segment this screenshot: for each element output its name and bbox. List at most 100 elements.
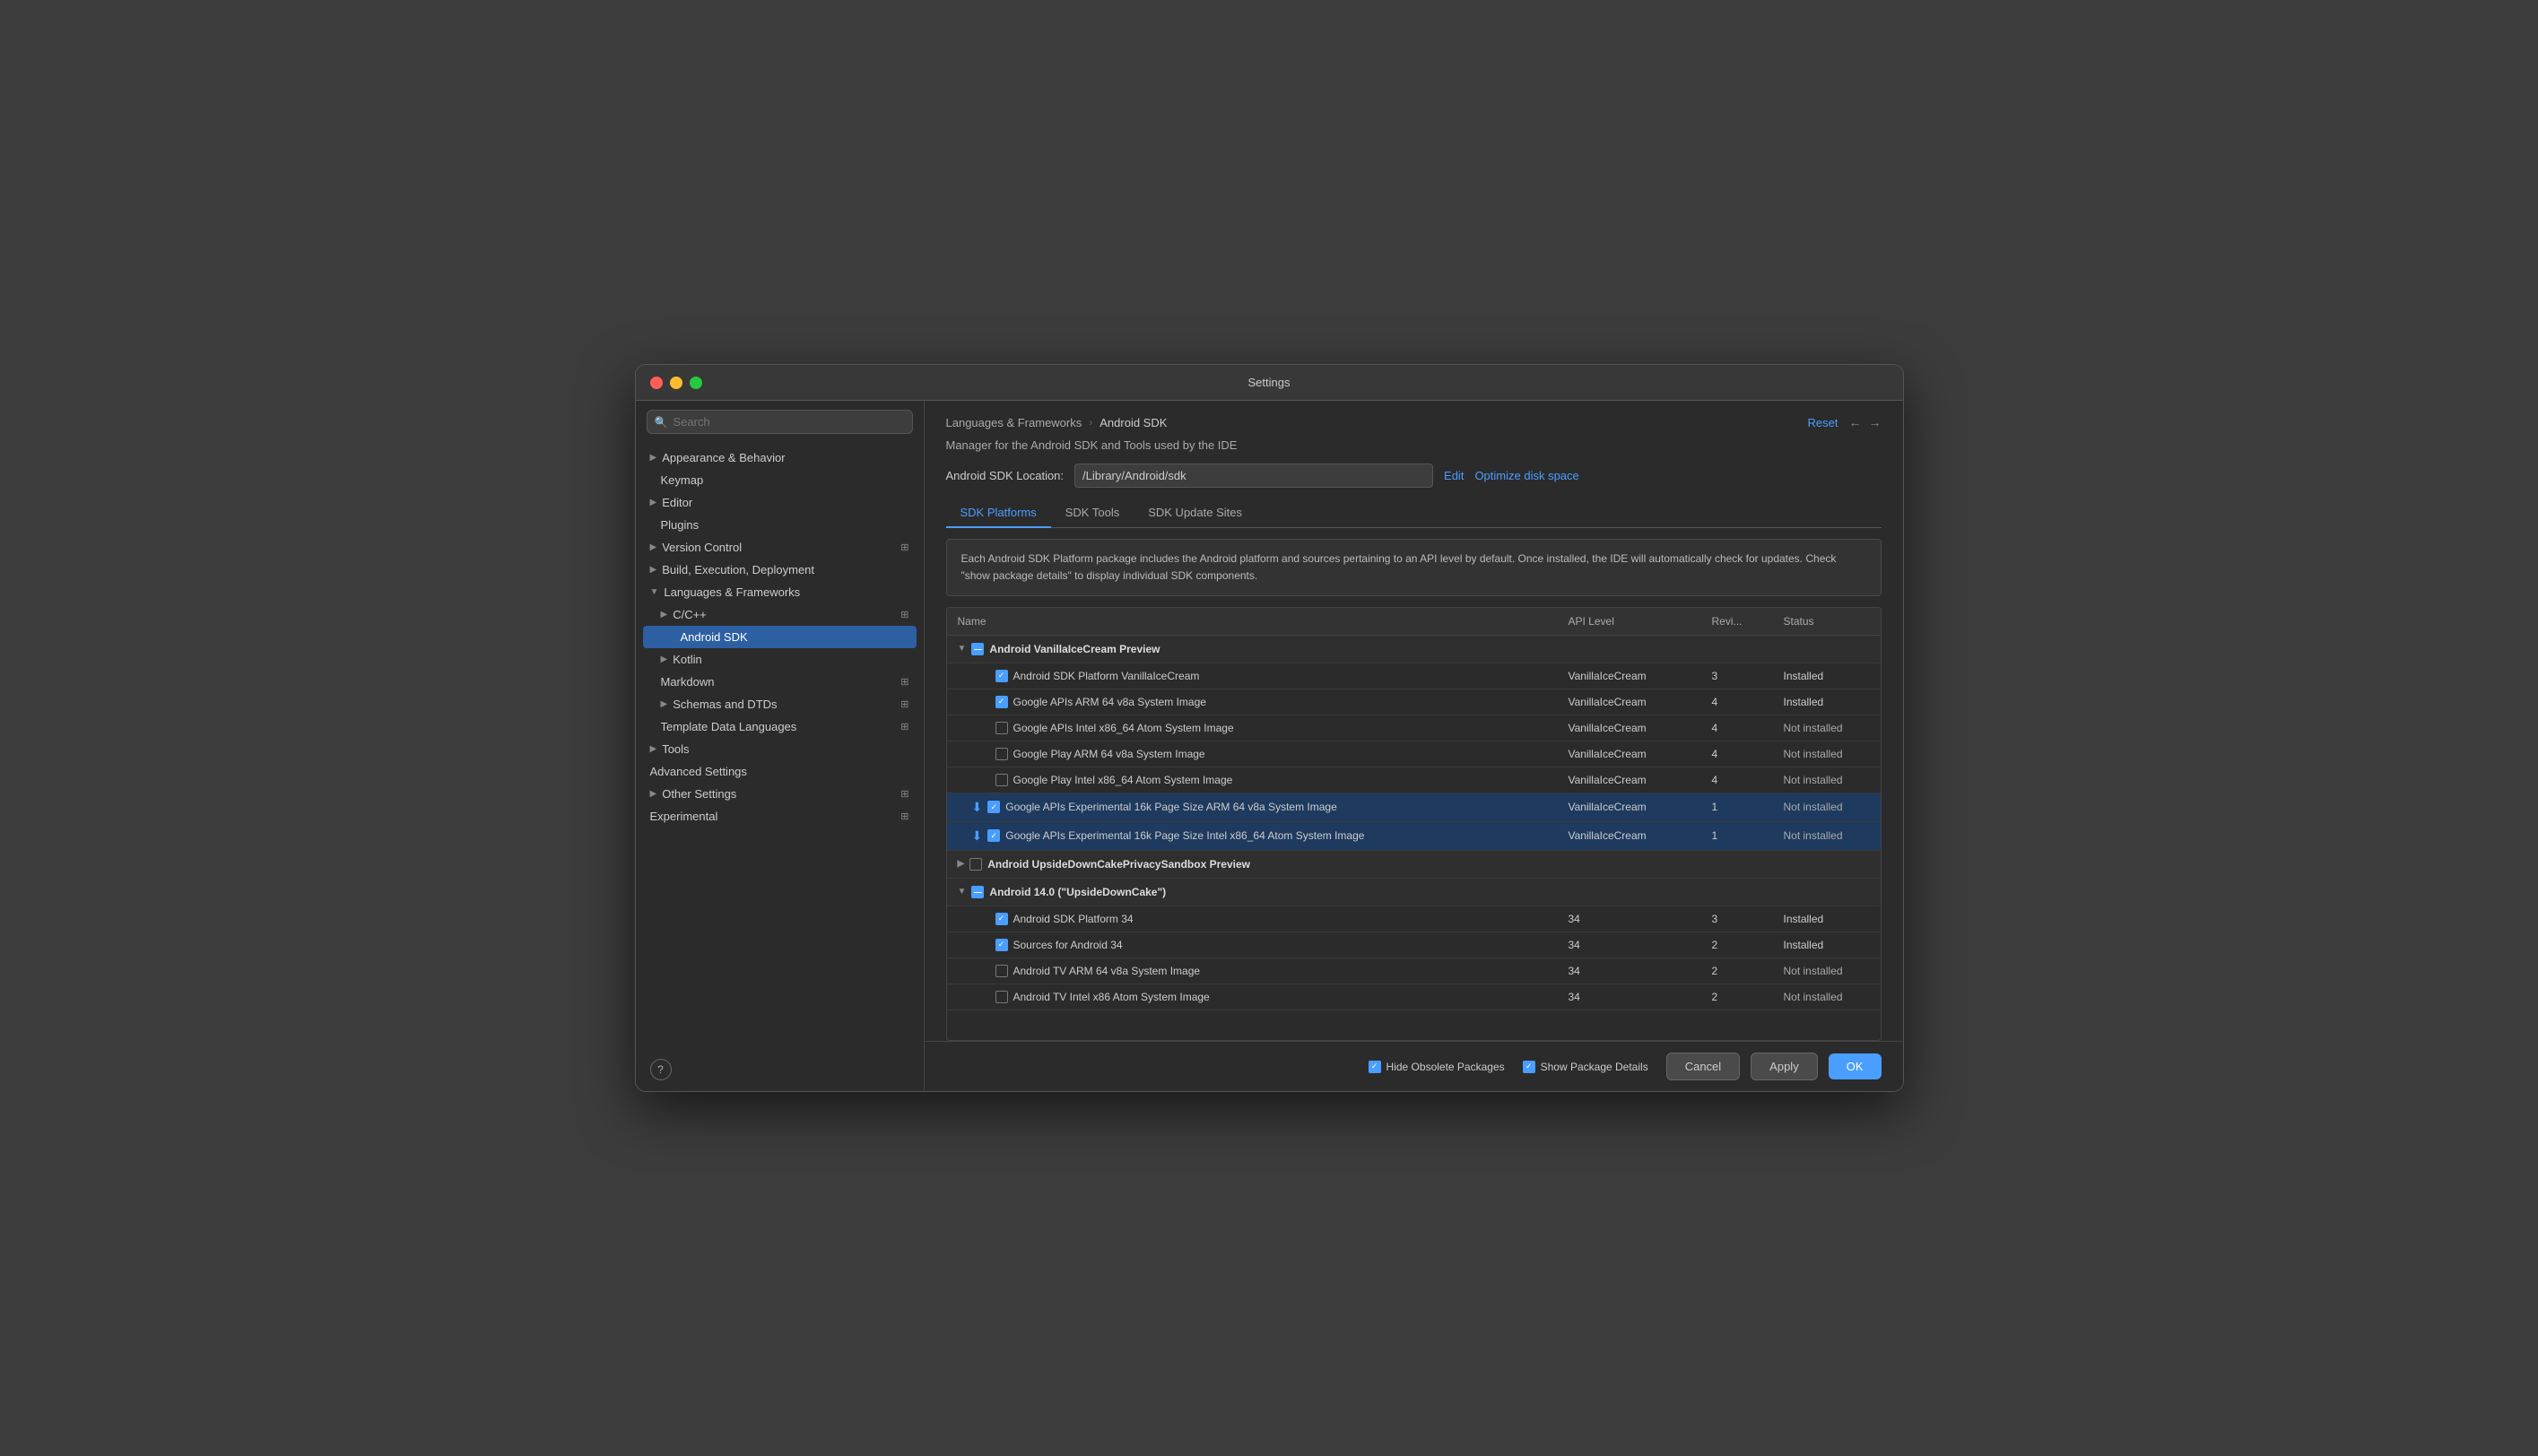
tab-sdk-update-sites[interactable]: SDK Update Sites bbox=[1134, 498, 1256, 528]
tabs: SDK Platforms SDK Tools SDK Update Sites bbox=[946, 498, 1882, 528]
row-checkbox[interactable] bbox=[987, 829, 1000, 842]
expand-chevron-icon[interactable]: ▼ bbox=[958, 887, 967, 897]
info-box: Each Android SDK Platform package includ… bbox=[946, 539, 1882, 596]
search-box[interactable]: 🔍 bbox=[647, 410, 913, 434]
row-checkbox[interactable] bbox=[987, 801, 1000, 813]
optimize-button[interactable]: Optimize disk space bbox=[1474, 469, 1578, 482]
expand-chevron-icon[interactable]: ▶ bbox=[958, 859, 965, 869]
chevron-right-icon: ▶ bbox=[650, 542, 657, 552]
sdk-path-input[interactable] bbox=[1074, 464, 1433, 488]
sidebar-item-cpp[interactable]: ▶ C/C++ ⊞ bbox=[636, 603, 924, 626]
reset-button[interactable]: Reset bbox=[1808, 416, 1838, 429]
search-icon: 🔍 bbox=[655, 416, 668, 429]
row-checkbox[interactable] bbox=[995, 774, 1008, 786]
sidebar-item-android-sdk[interactable]: Android SDK bbox=[643, 626, 917, 648]
row-checkbox[interactable] bbox=[995, 696, 1008, 708]
title-bar: Settings bbox=[636, 365, 1903, 401]
search-input[interactable] bbox=[673, 415, 904, 429]
row-checkbox[interactable] bbox=[995, 965, 1008, 977]
col-api-level: API Level bbox=[1558, 608, 1701, 635]
hide-obsolete-label: Hide Obsolete Packages bbox=[1386, 1061, 1505, 1073]
table-row[interactable]: Google Play ARM 64 v8a System Image Vani… bbox=[947, 741, 1881, 767]
sidebar-item-other[interactable]: ▶ Other Settings ⊞ bbox=[636, 783, 924, 805]
group-header-vanilla[interactable]: ▼ Android VanillaIceCream Preview bbox=[947, 636, 1881, 663]
sidebar-item-label: Editor bbox=[662, 496, 692, 509]
table-row[interactable]: ⬇ Google APIs Experimental 16k Page Size… bbox=[947, 822, 1881, 851]
sidebar-item-build[interactable]: ▶ Build, Execution, Deployment bbox=[636, 559, 924, 581]
download-icon: ⬇ bbox=[972, 800, 983, 815]
group-api-vanilla bbox=[1558, 643, 1701, 655]
sidebar-item-languages[interactable]: ▼ Languages & Frameworks bbox=[636, 581, 924, 603]
table-row[interactable]: ⬇ Google APIs Experimental 16k Page Size… bbox=[947, 793, 1881, 822]
row-checkbox[interactable] bbox=[995, 991, 1008, 1003]
group-checkbox-android14[interactable] bbox=[971, 886, 984, 898]
row-checkbox[interactable] bbox=[995, 939, 1008, 951]
row-name-cell: Android TV ARM 64 v8a System Image bbox=[947, 958, 1558, 984]
breadcrumb-separator: › bbox=[1089, 416, 1092, 429]
row-checkbox[interactable] bbox=[995, 722, 1008, 734]
window-title: Settings bbox=[1248, 376, 1291, 389]
tab-sdk-tools[interactable]: SDK Tools bbox=[1051, 498, 1134, 528]
hide-obsolete-checkbox[interactable] bbox=[1369, 1061, 1381, 1073]
tab-sdk-platforms[interactable]: SDK Platforms bbox=[946, 498, 1051, 528]
chevron-right-icon: ▶ bbox=[650, 744, 657, 754]
sidebar-item-label: Kotlin bbox=[673, 653, 702, 666]
nav-forward-arrow[interactable]: → bbox=[1869, 415, 1882, 429]
group-name-privacy: ▶ Android UpsideDownCakePrivacySandbox P… bbox=[947, 851, 1558, 878]
minimize-button[interactable] bbox=[670, 377, 682, 389]
group-header-privacy[interactable]: ▶ Android UpsideDownCakePrivacySandbox P… bbox=[947, 851, 1881, 879]
nav-back-arrow[interactable]: ← bbox=[1849, 415, 1862, 429]
sidebar-item-tools[interactable]: ▶ Tools bbox=[636, 738, 924, 760]
sidebar-item-experimental[interactable]: Experimental ⊞ bbox=[636, 805, 924, 828]
row-name-cell: Google APIs Intel x86_64 Atom System Ima… bbox=[947, 715, 1558, 741]
show-details-checkbox[interactable] bbox=[1523, 1061, 1535, 1073]
chevron-down-icon: ▼ bbox=[650, 587, 659, 597]
expand-chevron-icon[interactable]: ▼ bbox=[958, 644, 967, 654]
row-checkbox[interactable] bbox=[995, 913, 1008, 925]
row-checkbox[interactable] bbox=[995, 670, 1008, 682]
row-name-cell: Google APIs ARM 64 v8a System Image bbox=[947, 689, 1558, 715]
sidebar-item-appearance[interactable]: ▶ Appearance & Behavior bbox=[636, 446, 924, 469]
group-checkbox-privacy[interactable] bbox=[969, 858, 982, 871]
chevron-right-icon: ▶ bbox=[661, 654, 668, 664]
breadcrumb-reset-area: Reset ← → bbox=[1808, 415, 1882, 429]
col-status: Status bbox=[1773, 608, 1881, 635]
sidebar-item-label: Languages & Frameworks bbox=[664, 585, 800, 599]
traffic-lights bbox=[650, 377, 702, 389]
table-row[interactable]: Android TV ARM 64 v8a System Image 34 2 … bbox=[947, 958, 1881, 984]
maximize-button[interactable] bbox=[690, 377, 702, 389]
edit-button[interactable]: Edit bbox=[1444, 469, 1464, 482]
row-name-cell: Android SDK Platform 34 bbox=[947, 906, 1558, 932]
table-row[interactable]: Android SDK Platform 34 34 3 Installed bbox=[947, 906, 1881, 932]
sidebar-item-advanced[interactable]: Advanced Settings bbox=[636, 760, 924, 783]
table-row[interactable]: Android TV Intel x86 Atom System Image 3… bbox=[947, 984, 1881, 1010]
ok-button[interactable]: OK bbox=[1829, 1053, 1882, 1079]
group-checkbox-vanilla[interactable] bbox=[971, 643, 984, 655]
sidebar-item-schemas[interactable]: ▶ Schemas and DTDs ⊞ bbox=[636, 693, 924, 715]
cancel-button[interactable]: Cancel bbox=[1666, 1053, 1740, 1080]
sidebar-item-version-control[interactable]: ▶ Version Control ⊞ bbox=[636, 536, 924, 559]
group-header-android14[interactable]: ▼ Android 14.0 ("UpsideDownCake") bbox=[947, 879, 1881, 906]
row-checkbox[interactable] bbox=[995, 748, 1008, 760]
sidebar-item-markdown[interactable]: Markdown ⊞ bbox=[636, 671, 924, 693]
apply-button[interactable]: Apply bbox=[1751, 1053, 1818, 1080]
table-row[interactable]: Google APIs Intel x86_64 Atom System Ima… bbox=[947, 715, 1881, 741]
sdk-location-row: Android SDK Location: Edit Optimize disk… bbox=[946, 464, 1882, 488]
sidebar-item-template[interactable]: Template Data Languages ⊞ bbox=[636, 715, 924, 738]
table-row[interactable]: Sources for Android 34 34 2 Installed bbox=[947, 932, 1881, 958]
table-row[interactable]: Google Play Intel x86_64 Atom System Ima… bbox=[947, 767, 1881, 793]
table-row[interactable]: Google APIs ARM 64 v8a System Image Vani… bbox=[947, 689, 1881, 715]
hide-obsolete-item[interactable]: Hide Obsolete Packages bbox=[1369, 1061, 1505, 1073]
actions-icon: ⊞ bbox=[900, 698, 908, 710]
sidebar-item-keymap[interactable]: Keymap bbox=[636, 469, 924, 491]
close-button[interactable] bbox=[650, 377, 663, 389]
chevron-right-icon: ▶ bbox=[650, 498, 657, 507]
help-button[interactable]: ? bbox=[650, 1059, 672, 1080]
sidebar-item-kotlin[interactable]: ▶ Kotlin bbox=[636, 648, 924, 671]
table-row[interactable]: Android SDK Platform VanillaIceCream Van… bbox=[947, 663, 1881, 689]
sidebar-item-plugins[interactable]: Plugins bbox=[636, 514, 924, 536]
sidebar: 🔍 ▶ Appearance & Behavior Keymap ▶ Edito… bbox=[636, 401, 925, 1091]
sidebar-item-editor[interactable]: ▶ Editor bbox=[636, 491, 924, 514]
show-details-item[interactable]: Show Package Details bbox=[1523, 1061, 1648, 1073]
chevron-right-icon: ▶ bbox=[650, 565, 657, 575]
